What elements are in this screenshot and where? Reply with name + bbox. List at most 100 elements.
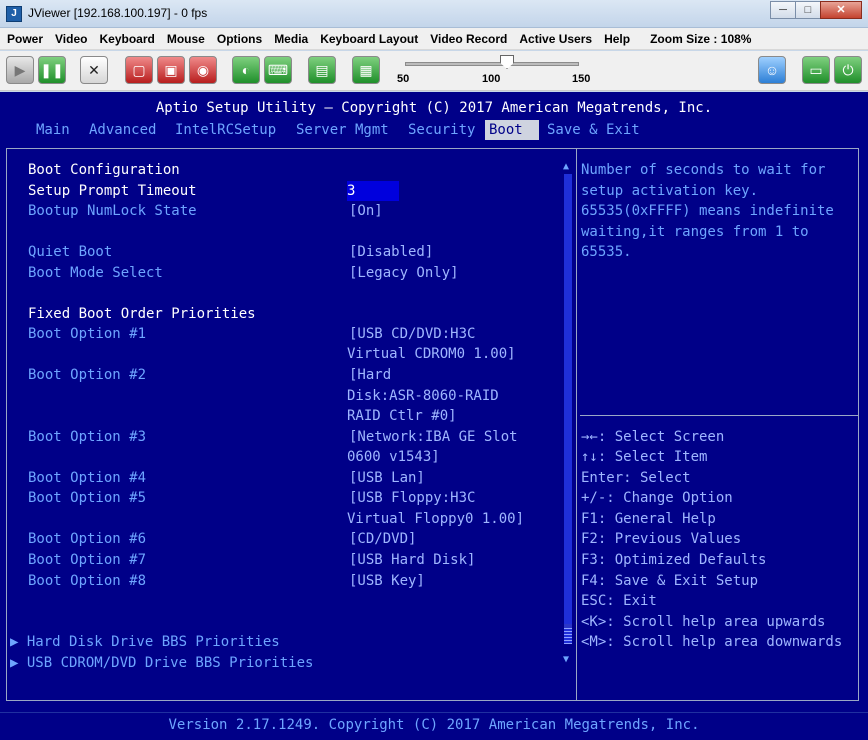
key-help-f1: F1: General Help [581,511,716,527]
tab-intelrcsetup[interactable]: IntelRCSetup [171,120,280,140]
boot-option-2-value[interactable]: [Hard [349,365,391,385]
boot-option-1-value-line2: Virtual CDROM0 1.00] [347,346,516,362]
user-icon[interactable]: ☺ [758,56,786,84]
help-divider [580,415,858,416]
zoom-size-label: Zoom Size : 108% [650,31,752,46]
boot-option-8-value[interactable]: [USB Key] [349,571,425,591]
tab-security[interactable]: Security [404,120,479,140]
boot-option-2-label[interactable]: Boot Option #2 [28,365,146,385]
tab-advanced[interactable]: Advanced [85,120,160,140]
video-capture-icon[interactable]: ▤ [308,56,336,84]
power-icon[interactable]: ⏻ [834,56,862,84]
tab-boot[interactable]: Boot [485,120,539,140]
zoom-tick-150: 150 [572,73,591,85]
menu-media[interactable]: Media [268,32,314,46]
boot-option-8-label[interactable]: Boot Option #8 [28,571,146,591]
menu-active-users[interactable]: Active Users [513,32,598,46]
menu-power[interactable]: Power [0,32,49,46]
scroll-down-icon[interactable]: ▼ [563,655,573,665]
record-icon[interactable]: ▢ [125,56,153,84]
menu-video-record[interactable]: Video Record [424,32,513,46]
menu-keyboard[interactable]: Keyboard [93,32,160,46]
close-button[interactable]: ✕ [820,1,862,19]
key-help-esc: ESC: Exit [581,593,657,609]
hotkeys-icon[interactable]: ▦ [352,56,380,84]
help-line-2: setup activation key. [581,183,759,199]
help-line-4: waiting,it ranges from 1 to [581,224,809,240]
boot-option-5-value-line2: Virtual Floppy0 1.00] [347,511,525,527]
boot-option-1-label[interactable]: Boot Option #1 [28,324,146,344]
mouse-icon[interactable]: ◐ [232,56,260,84]
menu-help[interactable]: Help [598,32,636,46]
help-line-5: 65535. [581,244,632,260]
floppy-save-icon[interactable]: ▣ [157,56,185,84]
boot-option-6-label[interactable]: Boot Option #6 [28,529,146,549]
jviewer-app-icon: J [6,6,22,22]
monitor-icon[interactable]: ▭ [802,56,830,84]
key-help-m: <M>: Scroll help area downwards [581,634,843,650]
scrollbar-thumb[interactable] [564,174,572,624]
minimize-button[interactable]: ─ [770,1,796,19]
boot-option-3-value[interactable]: [Network:IBA GE Slot [349,427,518,447]
keyboard-icon[interactable]: ⌨ [264,56,292,84]
bios-tab-bar: Main Advanced IntelRCSetup Server Mgmt S… [0,120,868,140]
boot-option-5-value[interactable]: [USB Floppy:H3C [349,488,475,508]
menu-options[interactable]: Options [211,32,268,46]
boot-option-7-label[interactable]: Boot Option #7 [28,550,146,570]
setting-label-boot-mode[interactable]: Boot Mode Select [28,263,163,283]
menu-keyboard-layout[interactable]: Keyboard Layout [314,32,424,46]
tab-server-mgmt[interactable]: Server Mgmt [292,120,393,140]
submenu-usb-cdrom-bbs[interactable]: ▶ USB CDROM/DVD Drive BBS Priorities [10,653,313,673]
zoom-slider-track[interactable] [405,62,579,66]
zoom-tick-100: 100 [482,73,501,85]
tab-main[interactable]: Main [32,120,74,140]
boot-option-6-value[interactable]: [CD/DVD] [349,529,416,549]
submenu-usb-cdrom-bbs-label: USB CDROM/DVD Drive BBS Priorities [26,655,314,671]
help-line-1: Number of seconds to wait for [581,162,826,178]
boot-option-4-value[interactable]: [USB Lan] [349,468,425,488]
zoom-slider-thumb[interactable] [500,55,514,69]
menu-bar: Power Video Keyboard Mouse Options Media… [0,28,868,50]
pause-icon[interactable]: ❚❚ [38,56,66,84]
tab-save-exit[interactable]: Save & Exit [543,120,644,140]
boot-option-4-label[interactable]: Boot Option #4 [28,468,146,488]
setting-label-bootup-numlock[interactable]: Bootup NumLock State [28,201,197,221]
boot-option-1-value[interactable]: [USB CD/DVD:H3C [349,324,475,344]
bios-screen: Aptio Setup Utility – Copyright (C) 2017… [0,92,868,740]
window-titlebar: J JViewer [192.168.100.197] - 0 fps ─ □ … [0,0,868,28]
boot-option-2-value-line2: Disk:ASR-8060-RAID [347,388,499,404]
settings-box [6,148,577,701]
key-help-f3: F3: Optimized Defaults [581,552,767,568]
key-help-k: <K>: Scroll help area upwards [581,614,826,630]
menu-video[interactable]: Video [49,32,93,46]
submenu-hdd-bbs-label: Hard Disk Drive BBS Priorities [26,634,280,650]
toolbar: ▶ ❚❚ ✕ ▢ ▣ ◉ ◐ ⌨ ▤ ▦ 50 100 150 ☺ ▭ ⏻ [0,51,868,91]
help-line-3: 65535(0xFFFF) means indefinite [581,203,834,219]
boot-option-5-label[interactable]: Boot Option #5 [28,488,146,508]
key-help-f4: F4: Save & Exit Setup [581,573,759,589]
setup-prompt-timeout-field[interactable]: 3 [347,181,399,201]
key-help-select-screen: →←: Select Screen [581,429,725,445]
setting-value-quiet-boot[interactable]: [Disabled] [349,242,433,262]
setting-value-bootup-numlock[interactable]: [On] [349,201,383,221]
maximize-button[interactable]: □ [795,1,821,19]
setting-label-quiet-boot[interactable]: Quiet Boot [28,242,112,262]
cd-media-icon[interactable]: ◉ [189,56,217,84]
window-title: JViewer [192.168.100.197] - 0 fps [28,6,208,20]
section-title: Boot Configuration [28,162,180,178]
submenu-hdd-bbs[interactable]: ▶ Hard Disk Drive BBS Priorities [10,632,280,652]
setting-value-boot-mode[interactable]: [Legacy Only] [349,263,459,283]
menu-mouse[interactable]: Mouse [161,32,211,46]
setting-label-setup-prompt-timeout[interactable]: Setup Prompt Timeout [28,181,197,201]
window-controls: ─ □ ✕ [770,1,862,19]
key-help-enter: Enter: Select [581,470,691,486]
boot-option-7-value[interactable]: [USB Hard Disk] [349,550,475,570]
fullscreen-icon[interactable]: ✕ [80,56,108,84]
submenu-arrow-icon: ▶ [10,655,27,671]
boot-option-3-value-line2: 0600 v1543] [347,449,440,465]
play-icon[interactable]: ▶ [6,56,34,84]
zoom-tick-50: 50 [397,73,410,85]
boot-option-3-label[interactable]: Boot Option #3 [28,427,146,447]
scrollbar-grip[interactable] [564,628,572,644]
scroll-up-icon[interactable]: ▲ [563,162,573,172]
